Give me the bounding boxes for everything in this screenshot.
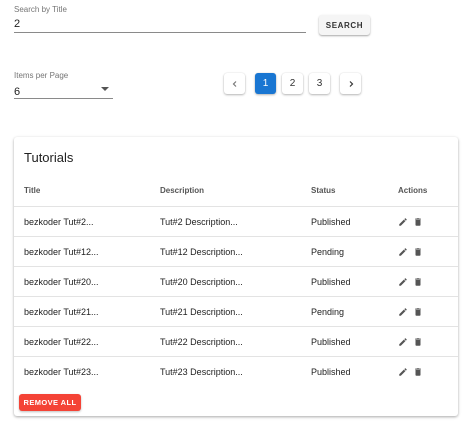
pencil-icon[interactable] [398, 247, 408, 257]
trash-icon[interactable] [413, 307, 423, 317]
dropdown-arrow-icon[interactable] [101, 87, 109, 91]
column-header-actions: Actions [398, 186, 428, 195]
page-button-1[interactable]: 1 [255, 73, 276, 94]
row-title: bezkoder Tut#21... [24, 307, 99, 317]
row-status: Pending [311, 247, 345, 257]
tutorials-card: Tutorials Title Description Status Actio… [14, 137, 458, 416]
row-status: Published [311, 277, 351, 287]
table-row: bezkoder Tut#23... Tut#23 Description...… [14, 357, 458, 387]
row-description: Tut#2 Description... [160, 217, 238, 227]
pencil-icon[interactable] [398, 337, 408, 347]
card-title: Tutorials [24, 150, 74, 165]
chevron-left-icon [231, 80, 239, 88]
row-actions [398, 267, 423, 297]
table-row: bezkoder Tut#21... Tut#21 Description...… [14, 297, 458, 327]
row-status: Published [311, 337, 351, 347]
pencil-icon[interactable] [398, 367, 408, 377]
row-actions [398, 327, 423, 357]
row-status: Pending [311, 307, 345, 317]
page-button-2[interactable]: 2 [282, 73, 303, 94]
search-button[interactable]: SEARCH [319, 15, 370, 35]
row-description: Tut#12 Description... [160, 247, 243, 257]
pencil-icon[interactable] [398, 277, 408, 287]
search-input-value[interactable]: 2 [14, 18, 306, 31]
table-row: bezkoder Tut#12... Tut#12 Description...… [14, 237, 458, 267]
items-per-page-label: Items per Page [14, 71, 69, 80]
items-per-page-value[interactable]: 6 [14, 86, 113, 99]
column-header-status: Status [311, 186, 336, 195]
table-row: bezkoder Tut#2... Tut#2 Description... P… [14, 207, 458, 237]
row-status: Published [311, 367, 351, 377]
pencil-icon[interactable] [398, 307, 408, 317]
items-per-page-select[interactable]: Items per Page 6 [14, 71, 113, 99]
table-row: bezkoder Tut#22... Tut#22 Description...… [14, 327, 458, 357]
row-description: Tut#20 Description... [160, 277, 243, 287]
trash-icon[interactable] [413, 217, 423, 227]
row-actions [398, 297, 423, 327]
row-actions [398, 357, 423, 387]
row-title: bezkoder Tut#22... [24, 337, 99, 347]
row-title: bezkoder Tut#12... [24, 247, 99, 257]
pencil-icon[interactable] [398, 217, 408, 227]
trash-icon[interactable] [413, 277, 423, 287]
trash-icon[interactable] [413, 247, 423, 257]
table-row: bezkoder Tut#20... Tut#20 Description...… [14, 267, 458, 297]
chevron-right-icon [347, 80, 355, 88]
next-page-button[interactable] [340, 73, 361, 94]
column-header-description: Description [160, 186, 205, 195]
search-input[interactable]: Search by Title 2 [14, 5, 306, 33]
prev-page-button[interactable] [224, 73, 245, 94]
page-button-3[interactable]: 3 [309, 73, 330, 94]
row-status: Published [311, 217, 351, 227]
trash-icon[interactable] [413, 337, 423, 347]
row-description: Tut#22 Description... [160, 337, 243, 347]
row-title: bezkoder Tut#20... [24, 277, 99, 287]
row-description: Tut#23 Description... [160, 367, 243, 377]
column-header-title: Title [24, 186, 41, 195]
trash-icon[interactable] [413, 367, 423, 377]
row-description: Tut#21 Description... [160, 307, 243, 317]
row-actions [398, 237, 423, 267]
row-title: bezkoder Tut#23... [24, 367, 99, 377]
search-input-label: Search by Title [14, 5, 67, 14]
row-actions [398, 207, 423, 237]
row-title: bezkoder Tut#2... [24, 217, 94, 227]
remove-all-button[interactable]: REMOVE ALL [19, 394, 81, 411]
